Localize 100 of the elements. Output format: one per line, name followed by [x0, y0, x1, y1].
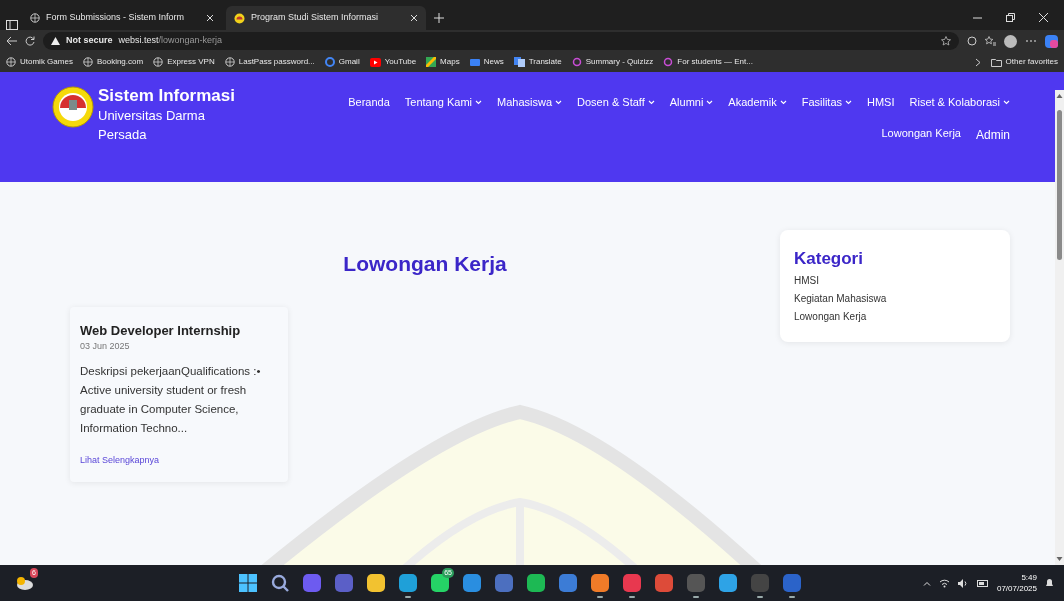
app-icon	[367, 574, 385, 592]
job-title: Web Developer Internship	[80, 321, 242, 340]
security-label: Not secure	[66, 34, 113, 48]
cloud-icon	[14, 576, 34, 590]
app-icon	[335, 574, 353, 592]
app-icon	[495, 574, 513, 592]
app-icon	[623, 574, 641, 592]
nav-link[interactable]: Riset & Kolaborasi	[909, 94, 1010, 111]
app-icon	[687, 574, 705, 592]
job-description: Deskripsi pekerjaanQualifications :• Active university student or fresh graduate in Computer Science, Information Techno...	[80, 363, 262, 436]
new-tab-icon	[434, 13, 444, 23]
nav-link[interactable]: Lowongan Kerja	[881, 122, 961, 144]
search-icon	[271, 574, 289, 592]
play-button-icon	[369, 57, 381, 67]
category-link[interactable]: Lowongan Kerja	[794, 307, 996, 326]
bookmark[interactable]: Booking.com	[82, 56, 144, 68]
globe-icon	[6, 57, 16, 67]
bookmark[interactable]: Utomik Games	[6, 56, 73, 68]
running-indicator	[405, 596, 411, 598]
bookmark[interactable]: Gmail	[324, 56, 360, 68]
browser-tab[interactable]: Program Studi Sistem Informasi	[226, 6, 426, 30]
speaker-icon	[957, 578, 969, 588]
running-indicator	[629, 596, 635, 598]
extension-icon	[967, 36, 977, 46]
nav-link[interactable]: Beranda	[348, 94, 390, 111]
nav-link[interactable]: Dosen & Staff	[577, 94, 655, 111]
nav-link[interactable]: Fasilitas	[801, 94, 852, 111]
nav-link[interactable]: HMSI	[867, 94, 895, 111]
app-icon	[559, 574, 577, 592]
address-bar[interactable]: Not secure websi.test/lowongan-kerja	[43, 32, 959, 50]
map-icon	[426, 57, 437, 67]
tab-title: Form Submissions - Sistem Inform	[46, 11, 186, 25]
nav-link[interactable]: Tentang Kami	[404, 94, 483, 111]
running-indicator	[789, 596, 795, 598]
wifi-icon	[938, 578, 950, 588]
globe-icon	[30, 13, 40, 23]
warning-icon	[51, 37, 60, 45]
translate-icon	[513, 57, 525, 67]
running-indicator	[757, 596, 763, 598]
bookmark[interactable]: Translate	[513, 56, 562, 68]
category-link[interactable]: Kegiatan Mahasiswa	[794, 289, 996, 308]
tab-title: Program Studi Sistem Informasi	[251, 11, 380, 25]
globe-icon	[224, 57, 235, 67]
restore-icon	[1006, 13, 1015, 22]
category-link[interactable]: HMSI	[794, 271, 996, 290]
avatar-icon	[1004, 34, 1017, 48]
app-icon	[591, 574, 609, 592]
app-icon	[751, 574, 769, 592]
nav-link[interactable]: Admin	[976, 125, 1010, 144]
close-icon	[206, 14, 214, 22]
bookmark[interactable]: For students — Ent...	[663, 56, 753, 68]
bookmark[interactable]: Summary - Quizizz	[571, 56, 654, 68]
copilot-icon	[1045, 34, 1058, 48]
bookmark[interactable]: YouTube	[369, 56, 417, 68]
app-icon	[303, 574, 321, 592]
close-icon	[410, 14, 418, 22]
other-favorites-bookmark[interactable]: Other favorites	[990, 56, 1058, 68]
favorites-icon	[985, 36, 996, 46]
bookmark[interactable]: Maps	[426, 56, 460, 68]
close-icon	[1039, 13, 1048, 22]
nav-link[interactable]: Akademik	[728, 94, 787, 111]
running-indicator	[597, 596, 603, 598]
globe-icon	[153, 57, 164, 67]
page-heading: Lowongan Kerja	[342, 251, 508, 277]
q-letter-icon	[663, 57, 674, 67]
app-icon	[783, 574, 801, 592]
globe-icon	[82, 57, 93, 67]
app-icon	[719, 574, 737, 592]
star-icon	[941, 36, 951, 46]
windows-logo-icon	[239, 574, 257, 592]
nav-link[interactable]: Mahasiswa	[497, 94, 563, 111]
battery-icon	[976, 579, 989, 587]
app-icon	[399, 574, 417, 592]
read-more-link[interactable]: Lihat Selengkapnya	[80, 454, 160, 465]
folder-icon	[990, 57, 1002, 67]
running-indicator	[693, 596, 699, 598]
sidebar-icon	[6, 20, 18, 30]
clock[interactable]: 5:49 07/07/2025	[996, 572, 1037, 594]
job-date: 03 Jun 2025	[80, 340, 131, 353]
app-icon	[655, 574, 673, 592]
emblem-logo-icon	[52, 86, 94, 128]
bookmark[interactable]: News	[469, 56, 504, 68]
app-icon	[463, 574, 481, 592]
emblem-icon	[234, 12, 245, 24]
nav-link[interactable]: Alumni	[669, 94, 714, 111]
bell-icon	[1045, 578, 1054, 588]
brand-title[interactable]: Sistem Informasi	[98, 86, 238, 106]
bookmark[interactable]: Express VPN	[153, 56, 215, 68]
q-letter-icon	[571, 57, 582, 67]
more-icon	[1025, 39, 1037, 43]
g-letter-icon	[324, 57, 335, 67]
chevron-right-icon	[974, 57, 981, 67]
brand-subtitle: Universitas Darma Persada	[98, 107, 206, 144]
refresh-icon	[25, 36, 35, 46]
bookmark[interactable]: LastPass password...	[224, 56, 315, 68]
back-arrow-icon	[6, 36, 17, 46]
category-heading: Kategori	[794, 248, 864, 270]
url-text: websi.test/lowongan-kerja	[118, 34, 223, 48]
browser-tab[interactable]: Form Submissions - Sistem Inform	[22, 6, 222, 30]
news-icon	[469, 57, 480, 67]
